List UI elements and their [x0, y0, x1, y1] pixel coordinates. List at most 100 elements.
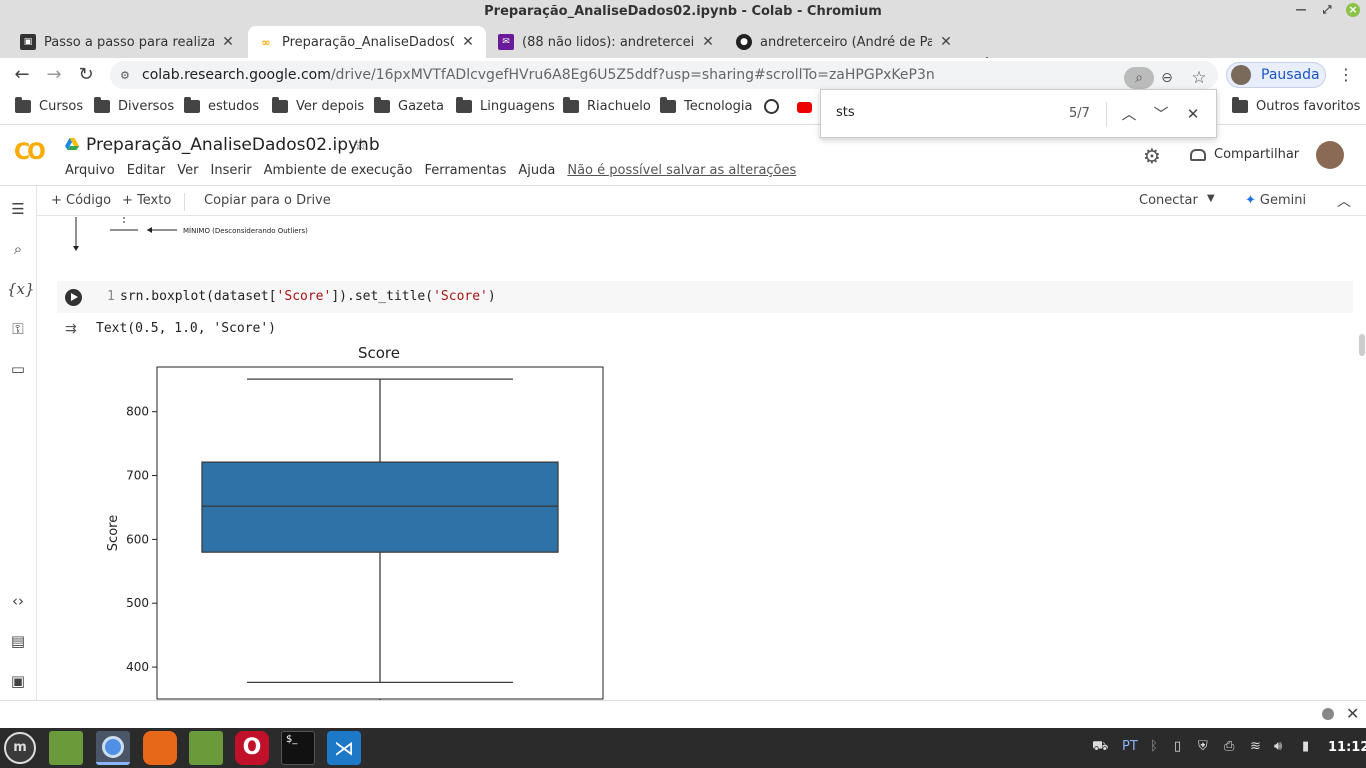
- bookmark-outros-favoritos[interactable]: Outros favoritos: [1232, 97, 1361, 114]
- network-manager-icon[interactable]: ⛟: [1092, 739, 1108, 756]
- bookmark-tecnologia[interactable]: Tecnologia: [660, 97, 752, 114]
- copy-to-drive-button[interactable]: Copiar para o Drive: [204, 193, 331, 208]
- connect-dropdown-icon[interactable]: ▼: [1207, 193, 1215, 204]
- mint-menu-icon[interactable]: m: [4, 732, 36, 764]
- files-folder-icon[interactable]: ▭: [7, 358, 29, 380]
- collapse-header-icon[interactable]: ︿: [1337, 191, 1351, 211]
- bookmark-youtube[interactable]: [797, 102, 812, 113]
- bookmark-diversos[interactable]: Diversos: [94, 97, 174, 114]
- output-toggle-icon[interactable]: ⇉: [65, 321, 83, 337]
- printer-icon[interactable]: ⎙: [1224, 739, 1234, 754]
- restore-icon[interactable]: ⤢: [1320, 3, 1334, 17]
- files-app-icon[interactable]: [49, 731, 83, 765]
- clock[interactable]: 11:12: [1328, 740, 1366, 755]
- code-snippets-icon[interactable]: ‹›: [7, 590, 29, 612]
- opera-app-icon[interactable]: O: [235, 731, 269, 765]
- variables-icon[interactable]: {x}: [7, 278, 35, 300]
- code-line[interactable]: srn.boxplot(dataset['Score']).set_title(…: [120, 289, 496, 304]
- address-bar[interactable]: ⚙ colab.research.google.com/drive/16pxMV…: [110, 61, 1218, 89]
- menu-inserir[interactable]: Inserir: [211, 163, 252, 178]
- battery-icon[interactable]: ▮: [1302, 739, 1309, 754]
- tab-colab[interactable]: ∞ Preparação_AnaliseDados02.i ✕: [248, 26, 486, 58]
- connect-button[interactable]: Conectar: [1139, 193, 1198, 208]
- y-ticks: 400 500 600 700 800: [126, 405, 157, 674]
- menu-ferramentas[interactable]: Ferramentas: [424, 163, 506, 178]
- star-icon[interactable]: ☆: [353, 135, 368, 155]
- wifi-icon[interactable]: ≋: [1250, 739, 1261, 754]
- minimize-icon[interactable]: —: [1294, 3, 1308, 17]
- command-palette-icon[interactable]: ▤: [7, 630, 29, 652]
- profile-button[interactable]: Pausada: [1226, 62, 1326, 88]
- colab-menu-bar: Arquivo Editar Ver Inserir Ambiente de e…: [65, 163, 796, 178]
- vscode-app-icon[interactable]: ⋊: [327, 731, 361, 765]
- find-next-icon[interactable]: ﹀: [1150, 102, 1172, 126]
- find-previous-icon[interactable]: ︿: [1118, 102, 1140, 126]
- bookmark-ver-depois[interactable]: Ver depois: [272, 97, 365, 114]
- bookmark-estudos[interactable]: estudos: [184, 97, 259, 114]
- bookmark-label: Outros favoritos: [1256, 99, 1361, 114]
- forward-icon[interactable]: →: [42, 64, 66, 86]
- code-cell[interactable]: 1 srn.boxplot(dataset['Score']).set_titl…: [57, 281, 1353, 313]
- tab-github[interactable]: ● andreterceiro (André de Paula ✕: [726, 26, 964, 58]
- zoom-icon[interactable]: ⊖: [1156, 67, 1178, 89]
- notebook-title[interactable]: Preparação_AnaliseDados02.ipynb: [86, 135, 380, 155]
- volume-icon[interactable]: 🔊︎: [1274, 739, 1282, 754]
- folder-app-icon[interactable]: [189, 731, 223, 765]
- output-scrollbar[interactable]: [1359, 334, 1365, 356]
- menu-arquivo[interactable]: Arquivo: [65, 163, 115, 178]
- close-window-icon[interactable]: ×: [1346, 3, 1360, 17]
- share-button[interactable]: Compartilhar: [1190, 147, 1299, 162]
- profile-label: Pausada: [1261, 67, 1320, 83]
- menu-ver[interactable]: Ver: [177, 163, 198, 178]
- menu-ajuda[interactable]: Ajuda: [518, 163, 555, 178]
- tab-passo-a-passo[interactable]: ▣ Passo a passo para realizar o ✕: [10, 26, 246, 58]
- run-cell-button[interactable]: [65, 289, 82, 306]
- table-of-contents-icon[interactable]: ☰: [7, 198, 29, 220]
- search-icon[interactable]: ⌕: [7, 238, 29, 260]
- reload-icon[interactable]: ↻: [74, 64, 98, 86]
- keyboard-layout-indicator[interactable]: PT: [1122, 739, 1138, 754]
- bookmark-cursos[interactable]: Cursos: [15, 97, 83, 114]
- terminal-icon[interactable]: ▣: [7, 670, 29, 692]
- add-code-button[interactable]: + Código: [51, 193, 111, 208]
- navigation-bar: ← → ↻ ⚙ colab.research.google.com/drive/…: [0, 58, 1366, 92]
- bookmark-globe[interactable]: [764, 99, 779, 114]
- bookmark-star-icon[interactable]: ☆: [1188, 67, 1210, 89]
- terminal-app-icon[interactable]: $_: [281, 731, 315, 765]
- tab-label: Passo a passo para realizar o: [44, 34, 214, 50]
- shield-icon[interactable]: ⛨: [1198, 739, 1208, 754]
- settings-gear-icon[interactable]: ⚙: [1143, 144, 1161, 168]
- find-close-icon[interactable]: ✕: [1182, 102, 1204, 126]
- site-info-icon[interactable]: ⚙: [120, 69, 134, 82]
- bookmark-label: Ver depois: [296, 99, 365, 114]
- folder-icon: [1232, 97, 1248, 113]
- tab-mail[interactable]: ✉ (88 não lidos): andreterceiro@ ✕: [488, 26, 726, 58]
- close-strip-icon[interactable]: ✕: [1346, 704, 1359, 723]
- back-icon[interactable]: ←: [10, 64, 34, 86]
- tab-strip: ▣ Passo a passo para realizar o ✕ ∞ Prep…: [0, 24, 1366, 74]
- left-rail: ☰ ⌕ {x} ⚿ ▭ ‹› ▤ ▣: [0, 186, 37, 700]
- menu-ambiente[interactable]: Ambiente de execução: [264, 163, 413, 178]
- close-tab-icon[interactable]: ✕: [220, 34, 236, 50]
- colab-status-strip: ✕: [0, 700, 1366, 728]
- clipboard-icon[interactable]: ▯: [1174, 739, 1181, 754]
- user-avatar[interactable]: [1316, 141, 1344, 169]
- chromium-app-icon[interactable]: [96, 731, 130, 765]
- gemini-button[interactable]: ✦ Gemini: [1245, 193, 1306, 208]
- bluetooth-icon[interactable]: ᛒ: [1150, 739, 1158, 754]
- close-tab-icon[interactable]: ✕: [938, 34, 954, 50]
- add-text-button[interactable]: + Texto: [122, 193, 171, 208]
- close-tab-icon[interactable]: ✕: [700, 34, 716, 50]
- firefox-app-icon[interactable]: [143, 731, 177, 765]
- line-number: 1: [107, 289, 115, 304]
- menu-editar[interactable]: Editar: [127, 163, 166, 178]
- lens-icon[interactable]: ⌕: [1124, 67, 1154, 89]
- bookmark-linguagens[interactable]: Linguagens: [456, 97, 555, 114]
- close-tab-icon[interactable]: ✕: [460, 34, 476, 50]
- save-warning-link[interactable]: Não é possível salvar as alterações: [567, 163, 796, 178]
- bookmark-gazeta[interactable]: Gazeta: [374, 97, 444, 114]
- secrets-key-icon[interactable]: ⚿: [7, 318, 29, 340]
- find-input[interactable]: [836, 105, 1036, 120]
- browser-menu-icon[interactable]: ⋮: [1338, 64, 1354, 86]
- bookmark-riachuelo[interactable]: Riachuelo: [563, 97, 651, 114]
